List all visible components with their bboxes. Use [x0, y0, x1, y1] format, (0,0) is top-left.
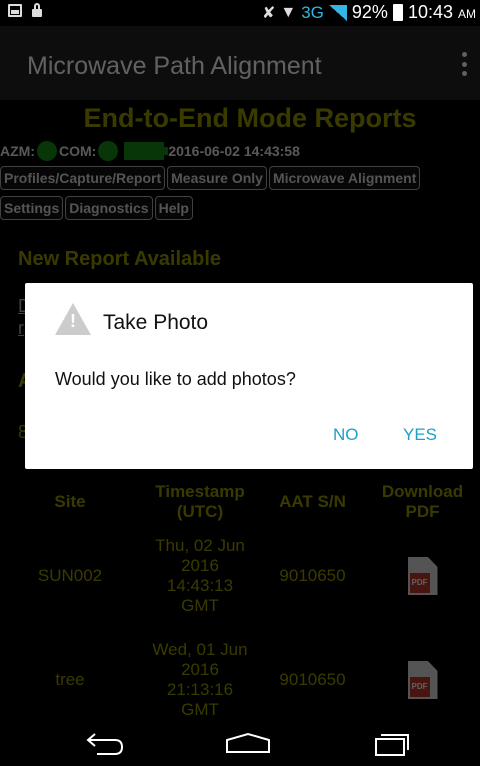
download-cell: PDF [365, 628, 480, 722]
azm-status-indicator [37, 141, 57, 161]
battery-indicator-icon [124, 142, 169, 160]
mute-icon: ✘ [261, 4, 276, 22]
help-button[interactable]: Help [154, 196, 193, 220]
clock: 10:43 AM [407, 2, 476, 22]
warning-icon [55, 303, 91, 335]
sn-column-header: AAT S/N [279, 492, 346, 511]
table-row: SUN002 Thu, 02 Jun 2016 14:43:13 GMT 901065… [0, 524, 480, 628]
take-photo-dialog: Take Photo Would you like to add photos?… [25, 283, 473, 469]
battery-percent: 92% [351, 2, 388, 22]
timestamp-column-header: Timestamp (UTC) [155, 482, 245, 521]
nav-row-secondary: Settings Diagnostics Help [0, 196, 193, 220]
download-column-header: Download PDF [381, 482, 464, 521]
azm-label: AZM: [0, 143, 35, 159]
sn-cell: 9010650 [279, 566, 346, 585]
home-icon[interactable] [225, 732, 271, 754]
pdf-download-icon[interactable]: PDF [407, 557, 438, 595]
new-report-heading: New Report Available [18, 248, 222, 270]
reports-table: Site Timestamp (UTC) AAT S/N Download PDF … [0, 480, 480, 722]
microwave-alignment-button[interactable]: Microwave Alignment [268, 166, 421, 190]
com-status-indicator [98, 141, 119, 161]
sn-cell: 9010650 [279, 670, 346, 689]
table-header-row: Site Timestamp (UTC) AAT S/N Download PDF [0, 480, 480, 524]
page-title: End-to-End Mode Reports [83, 103, 417, 133]
wifi-icon: ▼ [280, 3, 297, 21]
dialog-message: Would you like to add photos? [55, 369, 296, 389]
device-status-row: AZM: COM: 2016-06-02 14:43:58 [0, 140, 300, 162]
status-bar: ✘ ▼ 3G 92% 10:43 AM [0, 0, 480, 26]
com-label: COM: [59, 143, 97, 159]
overflow-menu-icon[interactable] [459, 52, 469, 76]
site-cell: tree [55, 670, 85, 689]
timestamp-cell: Thu, 02 Jun 2016 14:43:13 GMT [155, 536, 245, 615]
nav-row-primary: Profiles/Capture/Report Measure Only Mic… [0, 166, 421, 190]
no-button[interactable]: NO [333, 425, 359, 445]
pdf-download-icon[interactable]: PDF [407, 661, 438, 699]
site-column-header: Site [54, 492, 86, 511]
recent-apps-icon[interactable] [372, 729, 412, 757]
timestamp-cell: Wed, 01 Jun 2016 21:13:16 GMT [152, 640, 248, 719]
yes-button[interactable]: YES [403, 425, 437, 445]
download-cell: PDF [365, 524, 480, 628]
image-notification-icon [8, 4, 22, 17]
settings-button[interactable]: Settings [0, 196, 64, 220]
profiles-capture-report-button[interactable]: Profiles/Capture/Report [0, 166, 166, 190]
report-link-partial-2[interactable]: r [18, 318, 24, 339]
battery-icon [392, 4, 403, 21]
dialog-title: Take Photo [103, 311, 209, 334]
system-nav-bar [0, 722, 480, 766]
measure-only-button[interactable]: Measure Only [167, 166, 267, 190]
lock-icon [32, 3, 42, 17]
action-bar: Microwave Path Alignment [0, 26, 480, 100]
device-datetime: 2016-06-02 14:43:58 [168, 143, 300, 159]
app-title: Microwave Path Alignment [27, 52, 322, 80]
table-row: tree Wed, 01 Jun 2016 21:13:16 GMT 9010650 … [0, 628, 480, 722]
network-type: 3G [301, 2, 324, 22]
site-cell: SUN002 [37, 566, 103, 585]
diagnostics-button[interactable]: Diagnostics [65, 196, 153, 220]
signal-icon [328, 4, 347, 21]
back-icon[interactable] [85, 730, 125, 756]
